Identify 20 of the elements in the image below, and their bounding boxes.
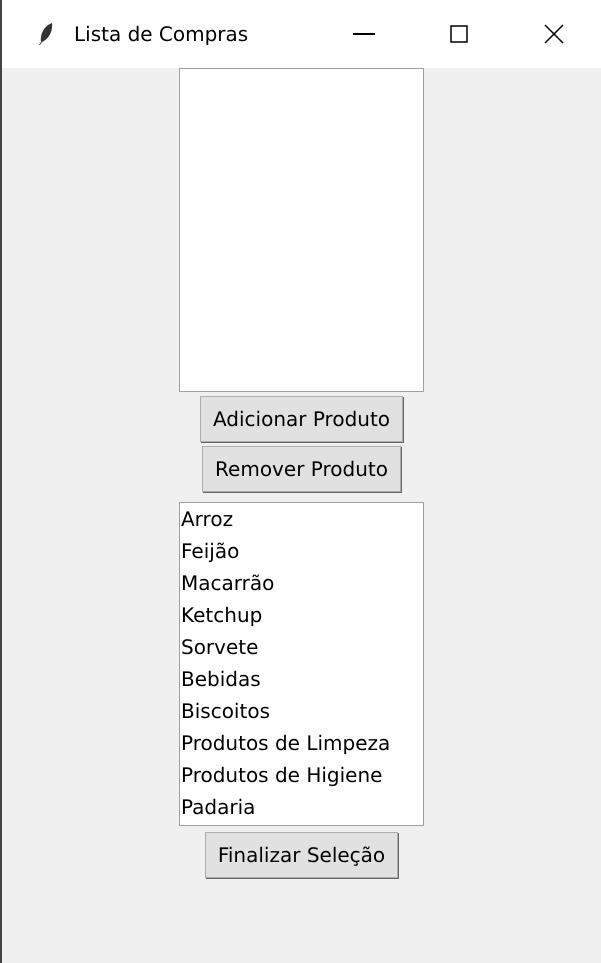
feather-icon <box>38 22 54 46</box>
list-item[interactable]: Sorvete <box>180 631 258 663</box>
maximize-icon <box>450 25 468 43</box>
list-item[interactable]: Biscoitos <box>180 695 270 727</box>
close-icon <box>544 24 564 44</box>
window-title: Lista de Compras <box>74 22 250 46</box>
list-item[interactable]: Arroz <box>180 503 234 535</box>
list-item[interactable]: Produtos de Limpeza <box>180 727 390 759</box>
finish-button[interactable]: Finalizar Seleção <box>204 832 398 878</box>
list-item[interactable]: Produtos de Higiene <box>180 759 382 791</box>
minimize-icon <box>352 33 374 35</box>
list-item[interactable]: Ketchup <box>180 599 262 631</box>
list-item[interactable]: Padaria <box>180 791 256 823</box>
list-item[interactable]: Feijão <box>180 535 240 567</box>
product-listbox[interactable]: Arroz Feijão Macarrão Ketchup Sorvete Bebidas Biscoitos Produtos de Limpeza Produtos de Higiene Padaria <box>179 502 424 826</box>
remove-button[interactable]: Remover Produto <box>202 446 401 492</box>
list-item[interactable]: Macarrão <box>180 567 274 599</box>
cart-listbox[interactable] <box>179 68 424 392</box>
add-button[interactable]: Adicionar Produto <box>200 396 404 442</box>
list-item[interactable]: Bebidas <box>180 663 261 695</box>
